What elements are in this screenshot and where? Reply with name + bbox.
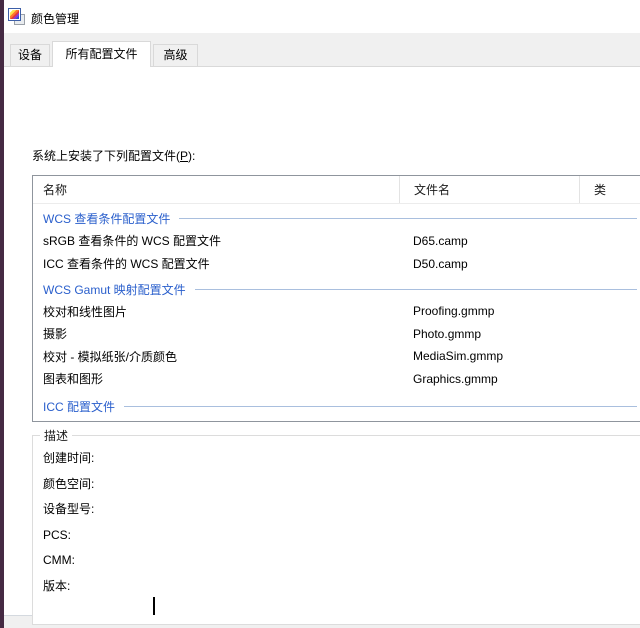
description-field-cmm: CMM: [43,548,640,574]
installed-profiles-label: 系统上安装了下列配置文件(P): [32,147,195,164]
tab-all-profiles[interactable]: 所有配置文件 [52,41,151,67]
profile-row[interactable]: ICC 查看条件的 WCS 配置文件 D50.camp [33,252,640,275]
description-field-device-model: 设备型号: [43,497,640,523]
tab-devices[interactable]: 设备 [10,44,50,66]
profile-group-wcs-viewing: WCS 查看条件配置文件 [33,207,640,229]
color-management-window: 颜色管理 设备 所有配置文件 高级 系统上安装了下列配置文件(P): 名称 文件… [4,0,640,628]
description-group-box: 描述 创建时间: 颜色空间: 设备型号: PCS: CMM: 版本: [32,435,640,625]
description-field-created: 创建时间: [43,446,640,472]
column-header-filename[interactable]: 文件名 [399,176,579,203]
tab-advanced[interactable]: 高级 [153,44,198,66]
all-profiles-tab-page: 系统上安装了下列配置文件(P): 名称 文件名 类 WCS 查看条件配置文件 s… [4,66,640,616]
profiles-list[interactable]: 名称 文件名 类 WCS 查看条件配置文件 sRGB 查看条件的 WCS 配置文… [32,175,640,422]
description-group-title: 描述 [40,427,72,444]
description-field-colorspace: 颜色空间: [43,472,640,498]
text-caret [153,597,155,615]
color-management-icon [8,8,25,25]
window-title: 颜色管理 [31,10,79,27]
screenshot-root: 颜色管理 设备 所有配置文件 高级 系统上安装了下列配置文件(P): 名称 文件… [0,0,640,628]
description-field-version: 版本: [43,574,640,600]
profile-group-icc: ICC 配置文件 [33,395,640,417]
title-bar[interactable]: 颜色管理 [4,0,640,33]
column-header-name[interactable]: 名称 [33,176,399,203]
profile-group-wcs-gamut: WCS Gamut 映射配置文件 [33,278,640,300]
profile-row[interactable]: sRGB 查看条件的 WCS 配置文件 D65.camp [33,229,640,252]
profile-row[interactable]: 校对和线性图片 Proofing.gmmp [33,300,640,323]
column-header-class[interactable]: 类 [579,176,640,203]
profile-row[interactable]: 校对 - 模拟纸张/介质颜色 MediaSim.gmmp [33,345,640,368]
description-field-pcs: PCS: [43,523,640,549]
profile-row[interactable]: 摄影 Photo.gmmp [33,323,640,346]
profile-row[interactable]: 图表和图形 Graphics.gmmp [33,368,640,391]
list-header: 名称 文件名 类 [33,176,640,204]
